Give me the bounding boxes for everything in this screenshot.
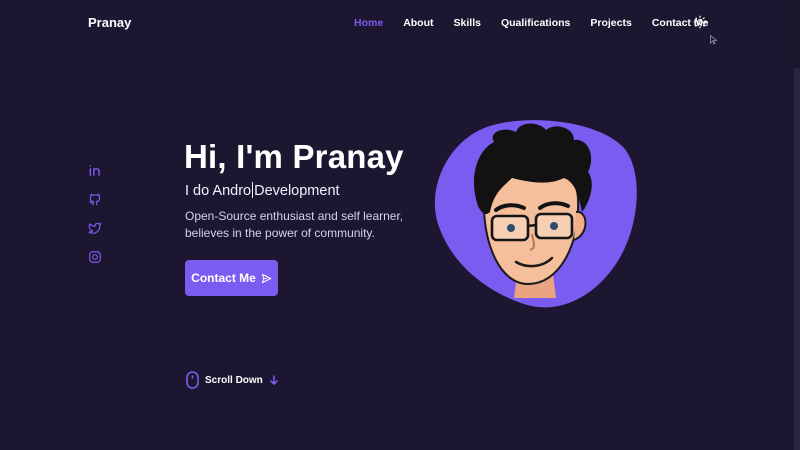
mouse-cursor-icon <box>710 35 718 45</box>
mouse-icon <box>186 371 199 389</box>
twitter-link[interactable] <box>88 221 104 237</box>
linkedin-link[interactable] <box>88 163 104 179</box>
avatar-left-eye <box>507 224 515 232</box>
hero-description: Open-Source enthusiast and self learner,… <box>185 209 404 240</box>
avatar-glasses-bridge <box>527 223 537 228</box>
social-links <box>88 163 106 279</box>
hero-subtitle: I do Andro Development <box>185 182 340 199</box>
nav-link-projects[interactable]: Projects <box>590 17 631 29</box>
nav-link-home[interactable]: Home <box>354 17 383 29</box>
contact-me-button[interactable]: Contact Me <box>185 260 278 296</box>
arrow-down-icon <box>269 375 278 385</box>
send-icon <box>261 273 271 283</box>
twitter-icon <box>88 222 102 234</box>
sun-icon[interactable] <box>693 15 707 29</box>
site-logo[interactable]: Pranay <box>88 15 131 30</box>
scroll-down-label: Scroll Down <box>205 374 263 386</box>
nav-links: Home About Skills Qualifications Project… <box>354 17 728 29</box>
scrollbar[interactable] <box>794 0 800 450</box>
scrollbar-thumb[interactable] <box>794 68 800 450</box>
nav-link-skills[interactable]: Skills <box>454 17 481 29</box>
linkedin-icon <box>89 164 100 176</box>
contact-me-label: Contact Me <box>191 271 256 285</box>
avatar-right-eye <box>550 222 558 230</box>
navbar: Pranay Home About Skills Qualifications … <box>0 0 800 46</box>
typing-caret <box>252 182 254 198</box>
nav-link-qualifications[interactable]: Qualifications <box>501 17 570 29</box>
profile-avatar <box>434 120 637 308</box>
scroll-down-link[interactable]: Scroll Down <box>186 371 279 389</box>
nav-link-about[interactable]: About <box>403 17 433 29</box>
typed-text: I do Andro <box>185 183 252 199</box>
hero-title: Hi, I'm Pranay <box>184 138 404 175</box>
instagram-link[interactable] <box>88 250 104 266</box>
github-icon <box>89 193 101 206</box>
subtitle-rest: Development <box>254 183 340 199</box>
instagram-icon <box>89 251 101 263</box>
github-link[interactable] <box>88 192 104 208</box>
